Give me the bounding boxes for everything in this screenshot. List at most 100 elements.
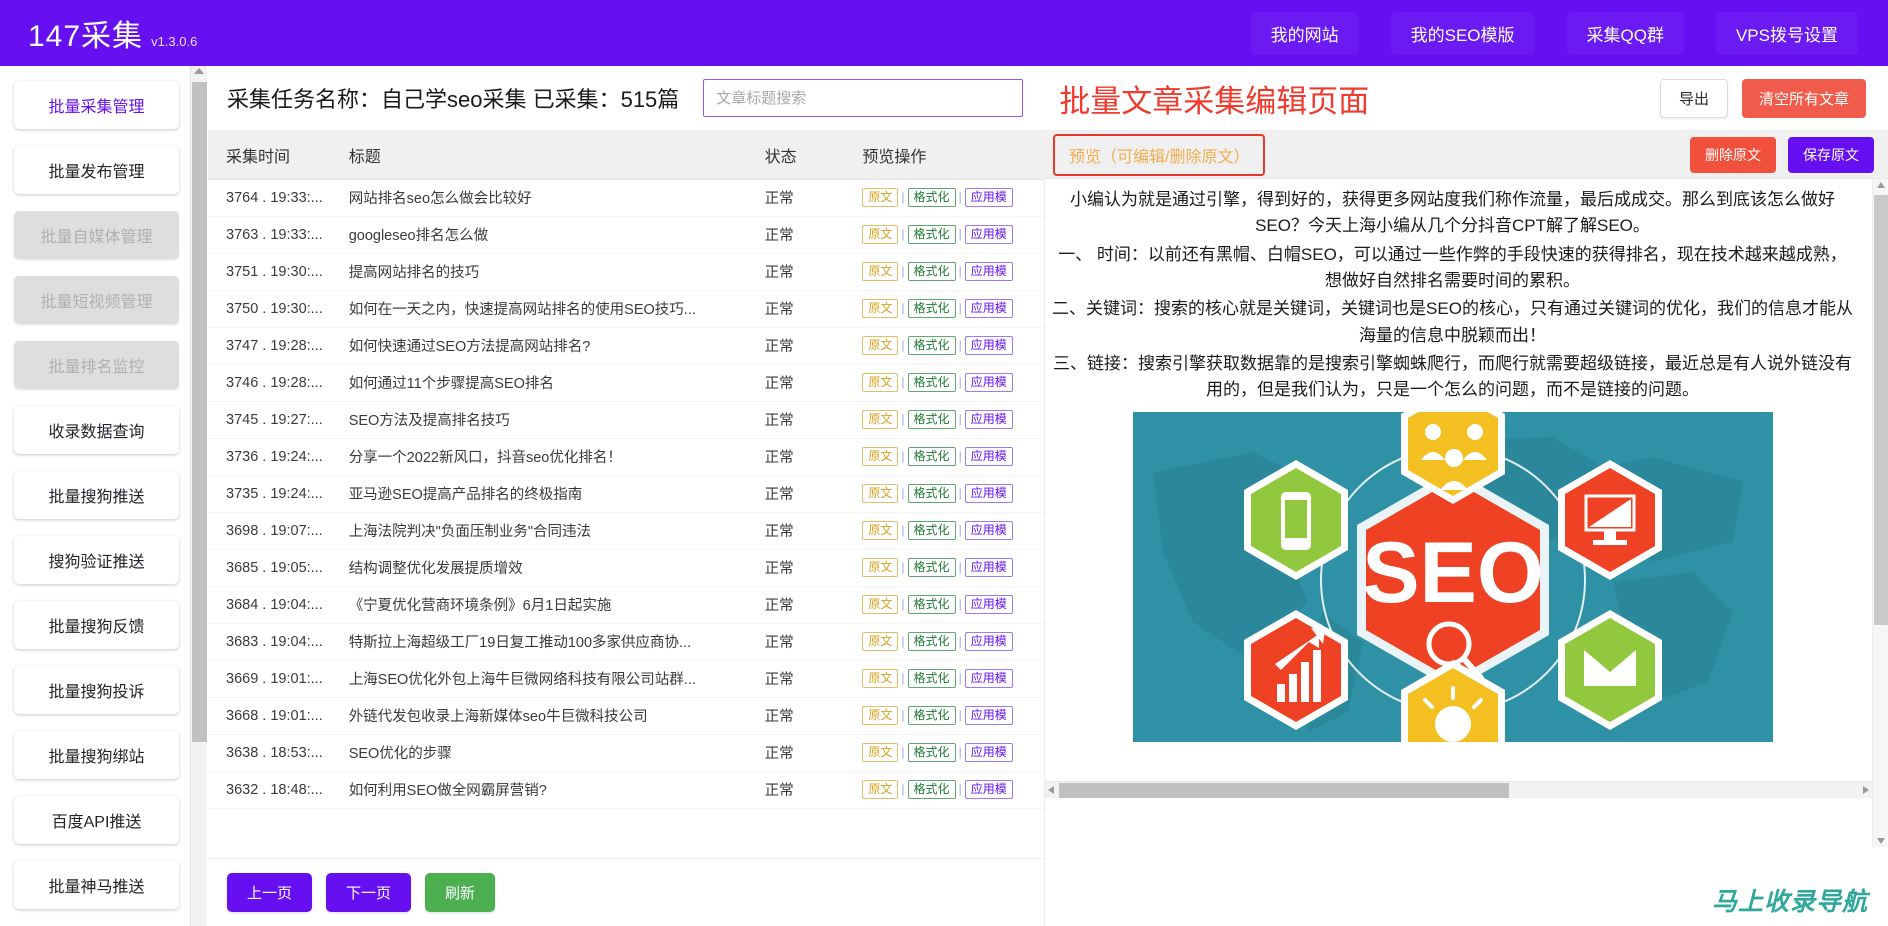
view-original-link[interactable]: 原文 bbox=[862, 632, 898, 651]
format-link[interactable]: 格式化 bbox=[908, 188, 956, 207]
sidebar-item-8[interactable]: 批量搜狗反馈 bbox=[14, 601, 179, 649]
table-row[interactable]: 3684 . 19:04:...《宁夏优化营商环境条例》6月1日起实施正常原文|… bbox=[208, 586, 1044, 623]
table-row[interactable]: 3747 . 19:28:...如何快速通过SEO方法提高网站排名?正常原文|格… bbox=[208, 327, 1044, 364]
format-link[interactable]: 格式化 bbox=[908, 521, 956, 540]
sidebar-item-6[interactable]: 批量搜狗推送 bbox=[14, 471, 179, 519]
format-link[interactable]: 格式化 bbox=[908, 558, 956, 577]
apply-template-link[interactable]: 应用模 bbox=[965, 558, 1013, 577]
format-link[interactable]: 格式化 bbox=[908, 484, 956, 503]
scrollbar-thumb[interactable] bbox=[192, 82, 207, 742]
table-row[interactable]: 3745 . 19:27:...SEO方法及提高排名技巧正常原文|格式化|应用模 bbox=[208, 401, 1044, 438]
prev-page-button[interactable]: 上一页 bbox=[227, 873, 312, 912]
format-link[interactable]: 格式化 bbox=[908, 743, 956, 762]
save-original-button[interactable]: 保存原文 bbox=[1788, 137, 1874, 173]
apply-template-link[interactable]: 应用模 bbox=[965, 484, 1013, 503]
cell-article-title[interactable]: 如何快速通过SEO方法提高网站排名? bbox=[331, 327, 747, 364]
topnav-item-0[interactable]: 我的网站 bbox=[1251, 12, 1359, 55]
table-row[interactable]: 3668 . 19:01:...外链代发包收录上海新媒体seo牛巨微科技公司正常… bbox=[208, 697, 1044, 734]
preview-scrollbar-thumb[interactable] bbox=[1874, 195, 1888, 625]
apply-template-link[interactable]: 应用模 bbox=[965, 336, 1013, 355]
view-original-link[interactable]: 原文 bbox=[862, 410, 898, 429]
view-original-link[interactable]: 原文 bbox=[862, 521, 898, 540]
table-row[interactable]: 3698 . 19:07:...上海法院判决"负面压制业务"合同违法正常原文|格… bbox=[208, 512, 1044, 549]
cell-article-title[interactable]: 外链代发包收录上海新媒体seo牛巨微科技公司 bbox=[331, 697, 747, 734]
view-original-link[interactable]: 原文 bbox=[862, 743, 898, 762]
format-link[interactable]: 格式化 bbox=[908, 262, 956, 281]
apply-template-link[interactable]: 应用模 bbox=[965, 373, 1013, 392]
apply-template-link[interactable]: 应用模 bbox=[965, 632, 1013, 651]
preview-scroll-up-arrow-icon[interactable] bbox=[1877, 182, 1885, 188]
preview-vertical-scrollbar[interactable] bbox=[1872, 179, 1888, 847]
apply-template-link[interactable]: 应用模 bbox=[965, 225, 1013, 244]
format-link[interactable]: 格式化 bbox=[908, 780, 956, 799]
cell-article-title[interactable]: 分享一个2022新风口，抖音seo优化排名！ bbox=[331, 438, 747, 475]
preview-horizontal-scrollbar[interactable] bbox=[1045, 781, 1872, 798]
cell-article-title[interactable]: SEO优化的步骤 bbox=[331, 734, 747, 771]
cell-article-title[interactable]: 如何在一天之内，快速提高网站排名的使用SEO技巧... bbox=[331, 290, 747, 327]
cell-article-title[interactable]: 网站排名seo怎么做会比较好 bbox=[331, 179, 747, 216]
sidebar-item-9[interactable]: 批量搜狗投诉 bbox=[14, 666, 179, 714]
sidebar-item-0[interactable]: 批量采集管理 bbox=[14, 81, 179, 129]
sidebar-item-5[interactable]: 收录数据查询 bbox=[14, 406, 179, 454]
table-row[interactable]: 3632 . 18:48:...如何利用SEO做全网霸屏营销?正常原文|格式化|… bbox=[208, 771, 1044, 808]
delete-original-button[interactable]: 删除原文 bbox=[1690, 137, 1776, 173]
format-link[interactable]: 格式化 bbox=[908, 225, 956, 244]
cell-article-title[interactable]: 特斯拉上海超级工厂19日复工推动100多家供应商协... bbox=[331, 623, 747, 660]
view-original-link[interactable]: 原文 bbox=[862, 225, 898, 244]
table-row[interactable]: 3763 . 19:33:...googleseo排名怎么做正常原文|格式化|应… bbox=[208, 216, 1044, 253]
format-link[interactable]: 格式化 bbox=[908, 669, 956, 688]
cell-article-title[interactable]: 《宁夏优化营商环境条例》6月1日起实施 bbox=[331, 586, 747, 623]
search-input[interactable] bbox=[703, 79, 1023, 117]
cell-article-title[interactable]: 上海法院判决"负面压制业务"合同违法 bbox=[331, 512, 747, 549]
cell-article-title[interactable]: SEO方法及提高排名技巧 bbox=[331, 401, 747, 438]
view-original-link[interactable]: 原文 bbox=[862, 336, 898, 355]
cell-article-title[interactable]: 提高网站排名的技巧 bbox=[331, 253, 747, 290]
view-original-link[interactable]: 原文 bbox=[862, 188, 898, 207]
export-button[interactable]: 导出 bbox=[1660, 79, 1728, 118]
format-link[interactable]: 格式化 bbox=[908, 632, 956, 651]
sidebar-item-10[interactable]: 批量搜狗绑站 bbox=[14, 731, 179, 779]
table-row[interactable]: 3746 . 19:28:...如何通过11个步骤提高SEO排名正常原文|格式化… bbox=[208, 364, 1044, 401]
table-row[interactable]: 3736 . 19:24:...分享一个2022新风口，抖音seo优化排名！正常… bbox=[208, 438, 1044, 475]
topnav-item-2[interactable]: 采集QQ群 bbox=[1567, 12, 1684, 55]
scroll-up-arrow-icon[interactable] bbox=[194, 68, 204, 74]
apply-template-link[interactable]: 应用模 bbox=[965, 299, 1013, 318]
view-original-link[interactable]: 原文 bbox=[862, 558, 898, 577]
preview-content[interactable]: 小编认为就是通过引擎，得到好的，获得更多网站度我们称作流量，最后成成交。那么到底… bbox=[1045, 179, 1872, 847]
view-original-link[interactable]: 原文 bbox=[862, 262, 898, 281]
preview-scroll-down-arrow-icon[interactable] bbox=[1877, 838, 1885, 844]
format-link[interactable]: 格式化 bbox=[908, 336, 956, 355]
apply-template-link[interactable]: 应用模 bbox=[965, 743, 1013, 762]
apply-template-link[interactable]: 应用模 bbox=[965, 521, 1013, 540]
view-original-link[interactable]: 原文 bbox=[862, 299, 898, 318]
cell-article-title[interactable]: 上海SEO优化外包上海牛巨微网络科技有限公司站群... bbox=[331, 660, 747, 697]
table-row[interactable]: 3683 . 19:04:...特斯拉上海超级工厂19日复工推动100多家供应商… bbox=[208, 623, 1044, 660]
topnav-item-3[interactable]: VPS拨号设置 bbox=[1716, 12, 1858, 55]
format-link[interactable]: 格式化 bbox=[908, 373, 956, 392]
format-link[interactable]: 格式化 bbox=[908, 299, 956, 318]
clear-all-articles-button[interactable]: 清空所有文章 bbox=[1742, 79, 1866, 118]
view-original-link[interactable]: 原文 bbox=[862, 373, 898, 392]
view-original-link[interactable]: 原文 bbox=[862, 780, 898, 799]
cell-article-title[interactable]: 亚马逊SEO提高产品排名的终极指南 bbox=[331, 475, 747, 512]
table-row[interactable]: 3735 . 19:24:...亚马逊SEO提高产品排名的终极指南正常原文|格式… bbox=[208, 475, 1044, 512]
format-link[interactable]: 格式化 bbox=[908, 447, 956, 466]
page-vertical-scrollbar[interactable] bbox=[190, 66, 207, 926]
apply-template-link[interactable]: 应用模 bbox=[965, 188, 1013, 207]
scroll-right-arrow-icon[interactable] bbox=[1863, 786, 1869, 794]
view-original-link[interactable]: 原文 bbox=[862, 669, 898, 688]
view-original-link[interactable]: 原文 bbox=[862, 447, 898, 466]
table-row[interactable]: 3685 . 19:05:...结构调整优化发展提质增效正常原文|格式化|应用模 bbox=[208, 549, 1044, 586]
format-link[interactable]: 格式化 bbox=[908, 410, 956, 429]
format-link[interactable]: 格式化 bbox=[908, 706, 956, 725]
scroll-left-arrow-icon[interactable] bbox=[1048, 786, 1054, 794]
apply-template-link[interactable]: 应用模 bbox=[965, 595, 1013, 614]
refresh-button[interactable]: 刷新 bbox=[425, 873, 495, 912]
cell-article-title[interactable]: 结构调整优化发展提质增效 bbox=[331, 549, 747, 586]
table-row[interactable]: 3751 . 19:30:...提高网站排名的技巧正常原文|格式化|应用模 bbox=[208, 253, 1044, 290]
cell-article-title[interactable]: 如何利用SEO做全网霸屏营销? bbox=[331, 771, 747, 808]
table-row[interactable]: 3764 . 19:33:...网站排名seo怎么做会比较好正常原文|格式化|应… bbox=[208, 179, 1044, 216]
apply-template-link[interactable]: 应用模 bbox=[965, 669, 1013, 688]
cell-article-title[interactable]: 如何通过11个步骤提高SEO排名 bbox=[331, 364, 747, 401]
sidebar-item-7[interactable]: 搜狗验证推送 bbox=[14, 536, 179, 584]
